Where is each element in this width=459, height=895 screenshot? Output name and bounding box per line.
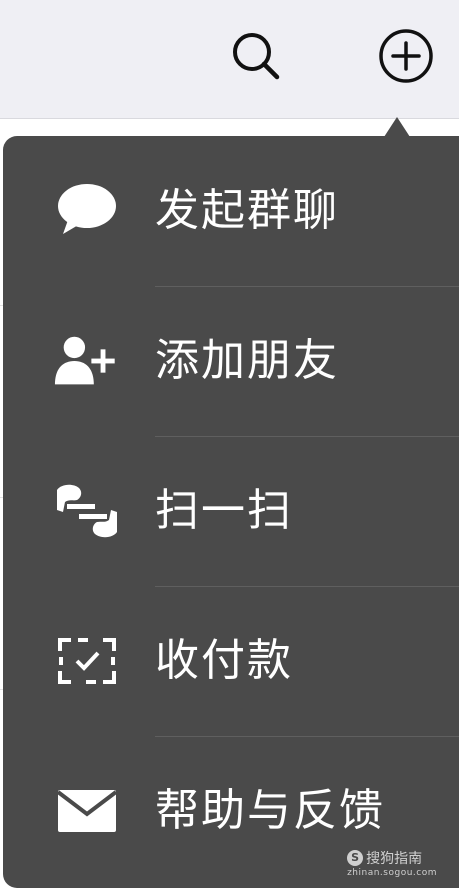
menu-item-add-friend[interactable]: 添加朋友 <box>3 286 459 436</box>
menu-item-label: 扫一扫 <box>155 485 293 536</box>
menu-item-payment[interactable]: 收付款 <box>3 586 459 736</box>
top-bar <box>0 0 459 119</box>
menu-item-scan[interactable]: 扫一扫 <box>3 436 459 586</box>
menu-item-label: 添加朋友 <box>155 335 339 386</box>
menu-item-label: 发起群聊 <box>155 185 339 236</box>
menu-item-label: 收付款 <box>155 635 293 686</box>
sogou-logo-icon: S <box>347 850 364 866</box>
watermark: S 搜狗指南 zhinan.sogou.com <box>347 848 437 878</box>
popup-arrow <box>384 117 410 137</box>
watermark-url: zhinan.sogou.com <box>347 868 437 878</box>
search-button[interactable] <box>228 28 284 84</box>
search-icon <box>233 33 280 80</box>
scan-icon <box>53 480 121 542</box>
popup-menu: 发起群聊 添加朋友 扫一扫 收付款 帮助与反馈 S 搜狗指南 zhinan.so… <box>3 136 459 888</box>
menu-item-start-group-chat[interactable]: 发起群聊 <box>3 136 459 286</box>
envelope-icon <box>53 780 121 842</box>
plus-circle-icon <box>379 29 433 83</box>
add-button[interactable] <box>378 28 434 84</box>
add-friend-icon <box>53 330 121 392</box>
watermark-title-text: 搜狗指南 <box>366 851 423 867</box>
chat-bubble-icon <box>53 180 121 242</box>
payment-scan-icon <box>53 630 121 692</box>
watermark-title: S 搜狗指南 <box>347 848 437 868</box>
